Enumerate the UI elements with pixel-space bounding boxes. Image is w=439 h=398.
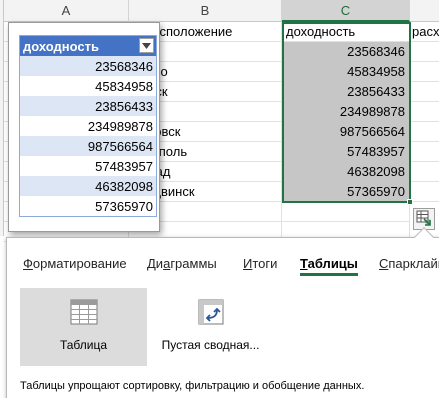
tab-tables[interactable]: Таблицы: [300, 256, 358, 276]
cell-c[interactable]: 23568346: [282, 42, 410, 62]
cell-c1[interactable]: доходность: [282, 22, 410, 42]
tab-formatting-accel: Ф: [23, 256, 33, 271]
preview-row: 57365970: [20, 196, 156, 216]
cell-c[interactable]: 57365970: [282, 182, 410, 202]
table-option-label: Таблица: [59, 338, 108, 352]
quick-analysis-icon: [416, 210, 432, 229]
cell-c[interactable]: 987566564: [282, 122, 410, 142]
tab-tables-label: аблицы: [307, 256, 358, 271]
corner-cell[interactable]: [0, 0, 4, 22]
preview-table: доходность 23568346 45834958 23856433 23…: [19, 35, 157, 217]
cell-c[interactable]: 23856433: [282, 82, 410, 102]
tab-charts[interactable]: Диаграммы: [147, 256, 217, 271]
tab-tables-accel: Т: [300, 256, 308, 271]
cell-c[interactable]: 45834958: [282, 62, 410, 82]
cell-c[interactable]: 46382098: [282, 162, 410, 182]
preview-row: 57483957: [20, 156, 156, 176]
preview-row: 23856433: [20, 96, 156, 116]
cell-d[interactable]: [410, 122, 439, 142]
cell-d[interactable]: [410, 142, 439, 162]
tab-totals-accel: И: [243, 256, 253, 271]
preview-row: 45834958: [20, 76, 156, 96]
cell-c[interactable]: 234989878: [282, 102, 410, 122]
cell-d[interactable]: [410, 62, 439, 82]
cell-d[interactable]: [410, 102, 439, 122]
pivot-table-option-label: Пустая сводная...: [161, 338, 260, 352]
cell-c[interactable]: 57483957: [282, 142, 410, 162]
preview-row: 46382098: [20, 176, 156, 196]
tab-sparklines[interactable]: Спарклайн: [379, 256, 439, 271]
tab-totals-label: тоги: [252, 256, 278, 271]
tab-charts-pre: Ди: [147, 256, 164, 271]
column-header-b[interactable]: B: [129, 0, 282, 22]
pivot-table-icon: [196, 297, 226, 327]
cell-d[interactable]: [410, 162, 439, 182]
tab-formatting[interactable]: Форматирование: [23, 256, 127, 271]
fill-handle[interactable]: [407, 199, 413, 205]
filter-dropdown-icon[interactable]: [139, 38, 154, 53]
tab-charts-label: граммы: [170, 256, 217, 271]
tab-sparklines-label: парклайн: [388, 256, 439, 271]
preview-row: 234989878: [20, 116, 156, 136]
quick-analysis-panel: Форматирование Диаграммы Итоги Таблицы С…: [6, 237, 439, 398]
tab-sparklines-accel: С: [379, 256, 389, 271]
cell-d[interactable]: [410, 42, 439, 62]
preview-row: 987566564: [20, 136, 156, 156]
cell-d[interactable]: [410, 182, 439, 202]
tab-formatting-label: орматирование: [32, 256, 127, 271]
tab-totals[interactable]: Итоги: [243, 256, 277, 271]
cell-c[interactable]: [282, 202, 410, 222]
preview-header: доходность: [20, 36, 156, 56]
pivot-table-option[interactable]: Пустая сводная...: [147, 288, 274, 366]
cell-d1[interactable]: расх: [410, 22, 439, 42]
table-icon: [69, 297, 99, 327]
cell-d[interactable]: [410, 82, 439, 102]
column-header-c[interactable]: C: [282, 0, 410, 22]
panel-description: Таблицы упрощают сортировку, фильтрацию …: [20, 380, 365, 392]
preview-row: 23568346: [20, 56, 156, 76]
table-preview: доходность 23568346 45834958 23856433 23…: [8, 22, 160, 232]
table-option[interactable]: Таблица: [20, 288, 147, 366]
column-header-a[interactable]: A: [4, 0, 129, 22]
preview-header-label: доходность: [23, 38, 100, 54]
column-header-d[interactable]: [410, 0, 439, 22]
